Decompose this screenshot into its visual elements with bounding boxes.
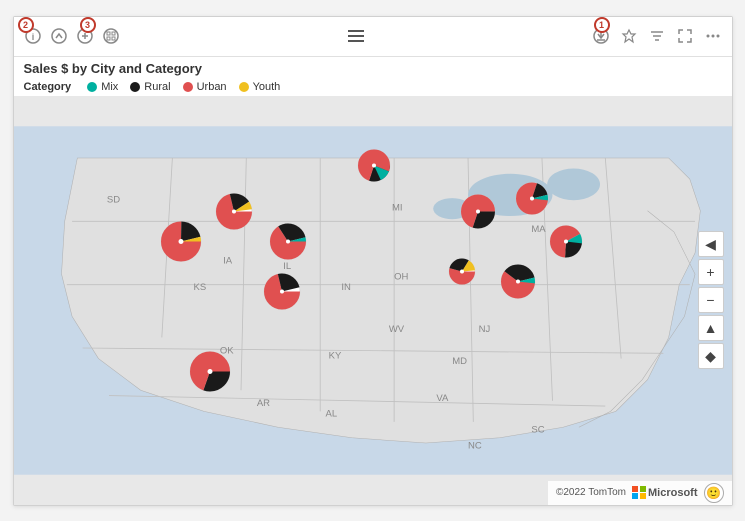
legend-dot-urban — [183, 82, 193, 92]
annotation-badge-2: 2 — [18, 17, 34, 33]
svg-text:AL: AL — [325, 408, 337, 419]
tomtom-attribution: ©2022 TomTom — [556, 487, 626, 498]
annotation-badge-3: 3 — [80, 17, 96, 33]
toolbar: i 2 3 — [14, 17, 732, 57]
pie-marker-pa-east[interactable] — [514, 180, 550, 221]
legend-label: Category — [24, 81, 72, 93]
map-area[interactable]: SD NE KS OK IA IL IN OH WV KY AR AL VA M… — [14, 96, 732, 505]
svg-text:NJ: NJ — [478, 324, 490, 335]
svg-text:NC: NC — [468, 440, 482, 451]
up-icon[interactable] — [48, 25, 70, 47]
svg-text:AR: AR — [256, 398, 269, 409]
legend-item-youth[interactable]: Youth — [239, 81, 281, 93]
svg-text:IN: IN — [341, 281, 351, 292]
svg-text:KY: KY — [328, 350, 341, 361]
svg-text:VA: VA — [436, 392, 449, 403]
info-icon[interactable]: i 2 — [22, 25, 44, 47]
legend-dot-rural — [130, 82, 140, 92]
zoom-out-btn[interactable]: − — [698, 287, 724, 313]
ms-squares-icon — [632, 486, 646, 500]
svg-text:WV: WV — [388, 324, 404, 335]
legend-item-rural[interactable]: Rural — [130, 81, 170, 93]
svg-text:MI: MI — [392, 202, 403, 213]
chart-title: Sales $ by City and Category — [14, 57, 732, 78]
pie-marker-michigan[interactable] — [356, 147, 392, 188]
widget-container: i 2 3 — [13, 16, 733, 506]
pie-marker-illinois[interactable] — [268, 221, 308, 266]
svg-text:MD: MD — [452, 355, 467, 366]
hamburger-icon[interactable] — [348, 30, 364, 42]
svg-text:SD: SD — [106, 194, 119, 205]
toolbar-left: i 2 3 — [22, 25, 122, 47]
legend-dot-mix — [87, 82, 97, 92]
pie-marker-pennsylvania[interactable] — [459, 192, 497, 235]
legend-text-mix: Mix — [101, 81, 118, 93]
svg-text:IA: IA — [223, 255, 233, 266]
filter-icon[interactable] — [646, 25, 668, 47]
legend-dot-youth — [239, 82, 249, 92]
svg-text:MA: MA — [531, 223, 546, 234]
svg-text:KS: KS — [193, 281, 206, 292]
toolbar-right: 1 — [590, 25, 724, 47]
pie-marker-iowa[interactable] — [214, 191, 254, 236]
fullscreen-icon[interactable] — [674, 25, 696, 47]
more-icon[interactable] — [702, 25, 724, 47]
pie-marker-illinois-south[interactable] — [262, 271, 302, 316]
pie-marker-ar[interactable] — [188, 349, 232, 398]
annotation-badge-1: 1 — [594, 17, 610, 33]
microsoft-logo: Microsoft — [632, 486, 698, 500]
svg-text:i: i — [31, 32, 34, 42]
legend-text-rural: Rural — [144, 81, 170, 93]
toolbar-center — [122, 30, 590, 42]
microsoft-text: Microsoft — [648, 487, 698, 499]
legend-text-youth: Youth — [253, 81, 281, 93]
pie-marker-nj[interactable] — [548, 223, 584, 264]
reset-north-btn[interactable]: ▲ — [698, 315, 724, 341]
legend-text-urban: Urban — [197, 81, 227, 93]
attribution-bar: ©2022 TomTom Microsoft 🙂 — [548, 481, 732, 505]
svg-text:OH: OH — [394, 271, 408, 282]
zoom-in-btn[interactable]: + — [698, 259, 724, 285]
expand-icon[interactable] — [100, 25, 122, 47]
legend-area: Category Mix Rural Urban Youth — [14, 78, 732, 96]
legend-item-mix[interactable]: Mix — [87, 81, 118, 93]
location-btn[interactable]: ◆ — [698, 343, 724, 369]
map-back-btn[interactable]: ◀ — [698, 231, 724, 257]
map-controls: ◀ + − ▲ ◆ — [698, 231, 724, 369]
download-icon[interactable]: 1 — [590, 25, 612, 47]
legend-item-urban[interactable]: Urban — [183, 81, 227, 93]
pin-icon[interactable] — [618, 25, 640, 47]
svg-text:SC: SC — [531, 424, 544, 435]
pie-marker-md[interactable] — [447, 256, 477, 291]
pie-marker-va[interactable] — [499, 262, 537, 305]
grid-icon[interactable]: 3 — [74, 25, 96, 47]
feedback-icon[interactable]: 🙂 — [704, 483, 724, 503]
pie-marker-nebraska[interactable] — [159, 219, 203, 268]
